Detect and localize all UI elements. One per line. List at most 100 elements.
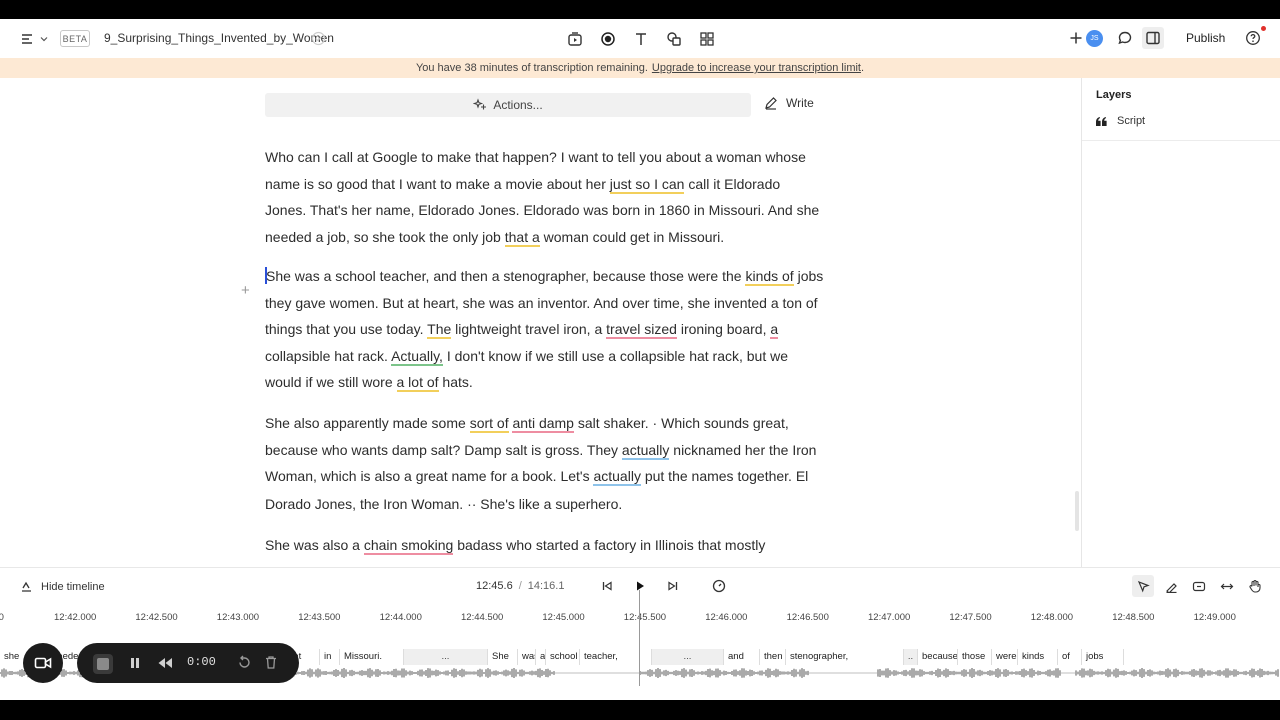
rewind-button[interactable] [157, 656, 173, 675]
shapes-icon [667, 32, 681, 46]
timeline-word[interactable]: were [992, 649, 1018, 665]
camera-button[interactable] [23, 643, 63, 683]
restart-button[interactable] [237, 655, 252, 675]
timeline-word[interactable]: and [724, 649, 760, 665]
hand-icon [1249, 579, 1261, 593]
text-button[interactable] [630, 28, 652, 50]
timeline-word[interactable]: then [760, 649, 786, 665]
transcript-text: She also apparently made some [265, 415, 470, 431]
timeline-word[interactable]: school [546, 649, 580, 665]
select-tool-button[interactable] [1132, 575, 1154, 597]
add-block-handle[interactable]: + [241, 283, 253, 298]
flagged-phrase[interactable]: sort of [469, 415, 509, 433]
flagged-phrase[interactable]: Actually, [391, 347, 443, 366]
playhead[interactable] [639, 590, 640, 686]
write-button[interactable]: Write [764, 96, 814, 110]
comments-button[interactable] [1114, 27, 1136, 49]
play-icon [637, 581, 644, 591]
script-paragraph[interactable]: She also apparently made some sort of an… [265, 410, 825, 490]
timeline-word[interactable]: teacher, [580, 649, 652, 665]
video-camera-icon [34, 657, 52, 669]
silence-gap[interactable]: ... [652, 649, 724, 665]
transcription-limit-banner: You have 38 minutes of transcription rem… [0, 58, 1280, 78]
timeline-icon [22, 581, 31, 592]
timeline-tools [1132, 575, 1266, 597]
script-paragraph[interactable]: Dorado Jones, the Iron Woman. ·· She's l… [265, 491, 825, 518]
ruler-tick-label: 12:42.000 [54, 612, 97, 623]
script-paragraph[interactable]: She was a school teacher, and then a ste… [265, 263, 825, 396]
avatar[interactable]: JS [1086, 30, 1103, 47]
play-button[interactable] [630, 576, 650, 596]
flagged-phrase[interactable]: The [427, 321, 452, 339]
transcript-text: She was a school teacher, and then a ste… [266, 268, 746, 284]
script-paragraph[interactable]: She was also a chain smoking badass who … [265, 532, 825, 567]
transcript-text: She was also a [265, 537, 364, 553]
timeline-word[interactable]: stenographer, [786, 649, 904, 665]
restart-icon [239, 655, 250, 668]
editor-scrollbar[interactable] [1075, 491, 1079, 531]
menu-icon [22, 33, 32, 44]
flagged-phrase[interactable]: travel sized [606, 321, 677, 339]
trim-tool-button[interactable] [1188, 575, 1210, 597]
media-icon [568, 32, 582, 46]
flagged-phrase[interactable]: a lot of [396, 374, 439, 392]
timeline-word[interactable]: in [320, 649, 340, 665]
timeline-word[interactable]: was [518, 649, 536, 665]
invite-button[interactable] [1065, 27, 1087, 49]
shapes-button[interactable] [663, 28, 685, 50]
skip-forward-icon [668, 581, 678, 591]
flagged-phrase[interactable]: that a [504, 228, 540, 247]
timeline-word[interactable]: jobs [1082, 649, 1124, 665]
hand-tool-button[interactable] [1244, 575, 1266, 597]
flagged-phrase[interactable]: chain smoking [363, 537, 454, 555]
layer-script[interactable]: Script [1096, 115, 1145, 127]
comment-icon [1118, 31, 1132, 45]
timeline-word[interactable]: a [536, 649, 546, 665]
ruler-tick-label: 12:46.000 [705, 612, 748, 623]
actions-button[interactable]: Actions... [265, 93, 751, 117]
menu-button[interactable] [20, 19, 48, 58]
timeline-word[interactable]: those [958, 649, 992, 665]
flagged-phrase[interactable]: just so I can [609, 175, 685, 194]
timeline-word[interactable]: She [488, 649, 518, 665]
record-button[interactable] [597, 28, 619, 50]
skip-forward-button[interactable] [663, 576, 683, 596]
timeline-word[interactable]: of [1058, 649, 1082, 665]
add-media-button[interactable] [564, 28, 586, 50]
speed-button[interactable] [709, 576, 729, 596]
recorder-controls: 0:00 [77, 643, 299, 683]
skip-back-button[interactable] [597, 576, 617, 596]
script-paragraph[interactable]: Who can I call at Google to make that ha… [265, 144, 825, 250]
transcript-text: hats. [438, 374, 473, 390]
time-separator: / [518, 580, 522, 592]
flagged-phrase[interactable]: a [770, 321, 779, 339]
toggle-panel-button[interactable] [1142, 27, 1164, 49]
blade-tool-button[interactable] [1160, 575, 1182, 597]
flagged-phrase[interactable]: actually [593, 468, 641, 486]
ruler-tick-label: 12:47.500 [949, 612, 992, 623]
timeline-word[interactable]: because [918, 649, 958, 665]
time-ruler[interactable]: 500 12:42.000 12:42.500 12:43.000 12:43.500 1… [0, 602, 1280, 632]
delete-button[interactable] [264, 655, 278, 675]
stop-button[interactable] [93, 654, 113, 674]
publish-button[interactable]: Publish [1178, 29, 1233, 47]
document-title[interactable]: 9_Surprising_Things_Invented_by_Women [104, 31, 334, 45]
help-button[interactable] [1242, 26, 1266, 49]
pause-button[interactable] [129, 656, 141, 675]
timeline-word[interactable]: Missouri. [340, 649, 404, 665]
upgrade-link[interactable]: Upgrade to increase your transcription l… [652, 62, 861, 74]
flagged-phrase[interactable]: anti damp [512, 415, 574, 433]
hide-timeline-button[interactable]: Hide timeline [20, 580, 105, 593]
timeline-word[interactable]: kinds [1018, 649, 1058, 665]
silence-gap[interactable]: ... [404, 649, 488, 665]
silence-gap[interactable]: .. [904, 649, 918, 665]
fit-width-button[interactable] [1216, 575, 1238, 597]
flagged-phrase[interactable]: kinds of [745, 268, 794, 286]
trash-icon [266, 656, 276, 669]
elements-grid-button[interactable] [696, 28, 718, 50]
transcript-text: Dorado Jones, the Iron Woman. ·· She's l… [265, 496, 623, 512]
plus-icon [1070, 32, 1082, 44]
layers-panel: Layers Script [1081, 78, 1280, 567]
flagged-phrase[interactable]: actually [621, 441, 670, 460]
ruler-tick-label: 12:46.500 [786, 612, 829, 623]
